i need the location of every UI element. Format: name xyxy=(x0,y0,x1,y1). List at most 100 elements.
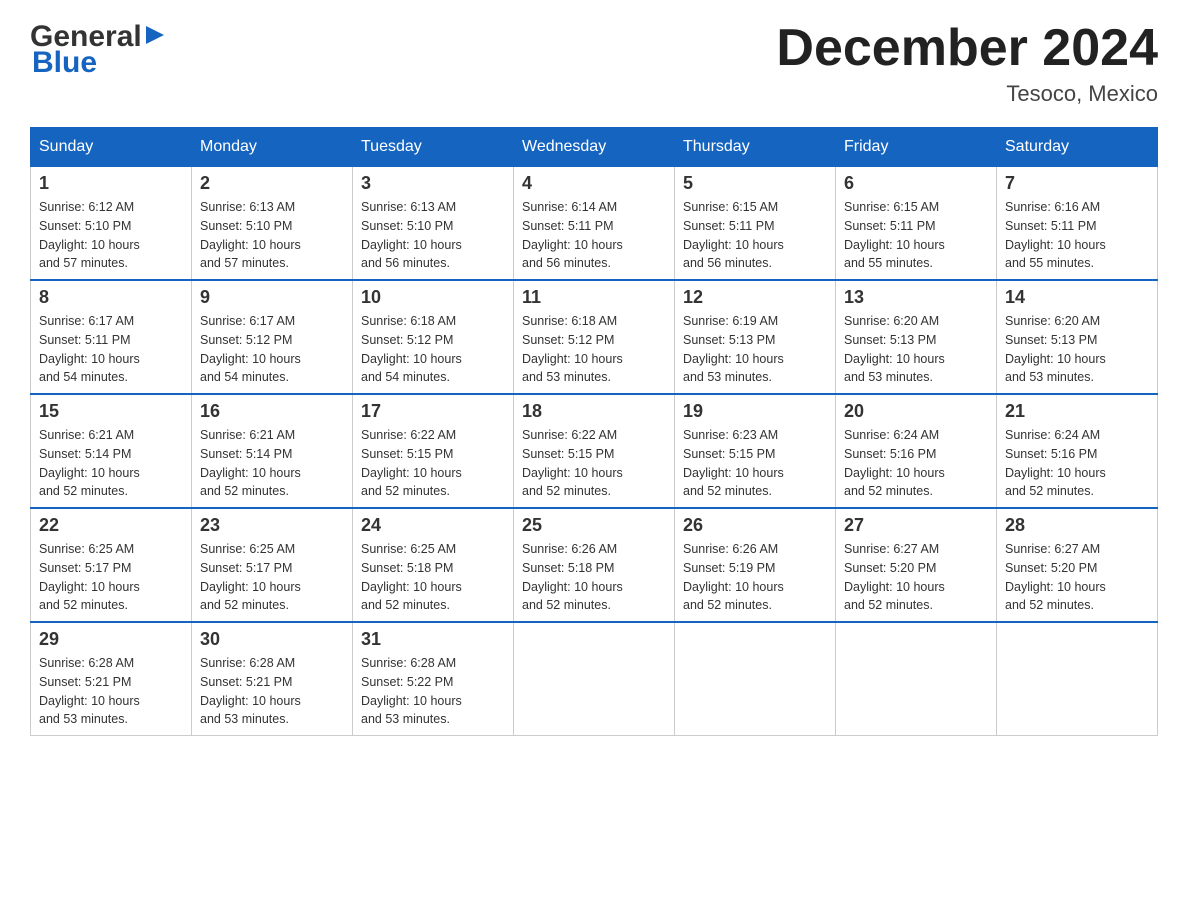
day-info: Sunrise: 6:26 AM Sunset: 5:18 PM Dayligh… xyxy=(522,540,666,615)
day-number: 29 xyxy=(39,629,183,650)
calendar-cell: 8 Sunrise: 6:17 AM Sunset: 5:11 PM Dayli… xyxy=(31,280,192,394)
day-info: Sunrise: 6:19 AM Sunset: 5:13 PM Dayligh… xyxy=(683,312,827,387)
day-info: Sunrise: 6:16 AM Sunset: 5:11 PM Dayligh… xyxy=(1005,198,1149,273)
day-info: Sunrise: 6:24 AM Sunset: 5:16 PM Dayligh… xyxy=(1005,426,1149,501)
page-header: General Blue December 2024 Tesoco, Mexic… xyxy=(30,20,1158,107)
month-title: December 2024 xyxy=(776,20,1158,77)
calendar-cell: 5 Sunrise: 6:15 AM Sunset: 5:11 PM Dayli… xyxy=(675,167,836,281)
day-info: Sunrise: 6:17 AM Sunset: 5:11 PM Dayligh… xyxy=(39,312,183,387)
calendar-cell: 29 Sunrise: 6:28 AM Sunset: 5:21 PM Dayl… xyxy=(31,622,192,736)
day-number: 20 xyxy=(844,401,988,422)
calendar-week-row: 8 Sunrise: 6:17 AM Sunset: 5:11 PM Dayli… xyxy=(31,280,1158,394)
day-info: Sunrise: 6:25 AM Sunset: 5:17 PM Dayligh… xyxy=(39,540,183,615)
calendar-cell: 6 Sunrise: 6:15 AM Sunset: 5:11 PM Dayli… xyxy=(836,167,997,281)
day-number: 16 xyxy=(200,401,344,422)
calendar-cell: 20 Sunrise: 6:24 AM Sunset: 5:16 PM Dayl… xyxy=(836,394,997,508)
day-number: 11 xyxy=(522,287,666,308)
calendar-header: Sunday Monday Tuesday Wednesday Thursday… xyxy=(31,128,1158,167)
day-info: Sunrise: 6:25 AM Sunset: 5:18 PM Dayligh… xyxy=(361,540,505,615)
day-number: 12 xyxy=(683,287,827,308)
day-number: 1 xyxy=(39,173,183,194)
day-number: 23 xyxy=(200,515,344,536)
day-number: 6 xyxy=(844,173,988,194)
calendar-week-row: 15 Sunrise: 6:21 AM Sunset: 5:14 PM Dayl… xyxy=(31,394,1158,508)
day-number: 10 xyxy=(361,287,505,308)
day-number: 30 xyxy=(200,629,344,650)
day-number: 24 xyxy=(361,515,505,536)
day-number: 8 xyxy=(39,287,183,308)
day-info: Sunrise: 6:13 AM Sunset: 5:10 PM Dayligh… xyxy=(361,198,505,273)
day-info: Sunrise: 6:28 AM Sunset: 5:21 PM Dayligh… xyxy=(39,654,183,729)
day-number: 7 xyxy=(1005,173,1149,194)
calendar-cell: 13 Sunrise: 6:20 AM Sunset: 5:13 PM Dayl… xyxy=(836,280,997,394)
day-number: 4 xyxy=(522,173,666,194)
title-section: December 2024 Tesoco, Mexico xyxy=(776,20,1158,107)
day-info: Sunrise: 6:25 AM Sunset: 5:17 PM Dayligh… xyxy=(200,540,344,615)
day-info: Sunrise: 6:21 AM Sunset: 5:14 PM Dayligh… xyxy=(200,426,344,501)
calendar-cell: 27 Sunrise: 6:27 AM Sunset: 5:20 PM Dayl… xyxy=(836,508,997,622)
location: Tesoco, Mexico xyxy=(776,81,1158,107)
calendar-cell xyxy=(997,622,1158,736)
calendar-cell: 7 Sunrise: 6:16 AM Sunset: 5:11 PM Dayli… xyxy=(997,167,1158,281)
day-info: Sunrise: 6:23 AM Sunset: 5:15 PM Dayligh… xyxy=(683,426,827,501)
header-friday: Friday xyxy=(836,128,997,167)
day-number: 9 xyxy=(200,287,344,308)
day-info: Sunrise: 6:28 AM Sunset: 5:21 PM Dayligh… xyxy=(200,654,344,729)
header-sunday: Sunday xyxy=(31,128,192,167)
calendar-cell: 17 Sunrise: 6:22 AM Sunset: 5:15 PM Dayl… xyxy=(353,394,514,508)
header-saturday: Saturday xyxy=(997,128,1158,167)
day-info: Sunrise: 6:22 AM Sunset: 5:15 PM Dayligh… xyxy=(361,426,505,501)
day-number: 3 xyxy=(361,173,505,194)
calendar-cell: 10 Sunrise: 6:18 AM Sunset: 5:12 PM Dayl… xyxy=(353,280,514,394)
day-number: 25 xyxy=(522,515,666,536)
calendar-cell: 23 Sunrise: 6:25 AM Sunset: 5:17 PM Dayl… xyxy=(192,508,353,622)
calendar-cell: 30 Sunrise: 6:28 AM Sunset: 5:21 PM Dayl… xyxy=(192,622,353,736)
day-info: Sunrise: 6:17 AM Sunset: 5:12 PM Dayligh… xyxy=(200,312,344,387)
header-tuesday: Tuesday xyxy=(353,128,514,167)
day-number: 13 xyxy=(844,287,988,308)
calendar-cell xyxy=(675,622,836,736)
day-info: Sunrise: 6:22 AM Sunset: 5:15 PM Dayligh… xyxy=(522,426,666,501)
calendar-cell: 18 Sunrise: 6:22 AM Sunset: 5:15 PM Dayl… xyxy=(514,394,675,508)
calendar-week-row: 1 Sunrise: 6:12 AM Sunset: 5:10 PM Dayli… xyxy=(31,167,1158,281)
day-info: Sunrise: 6:27 AM Sunset: 5:20 PM Dayligh… xyxy=(1005,540,1149,615)
day-number: 5 xyxy=(683,173,827,194)
day-number: 22 xyxy=(39,515,183,536)
day-info: Sunrise: 6:24 AM Sunset: 5:16 PM Dayligh… xyxy=(844,426,988,501)
calendar-cell: 25 Sunrise: 6:26 AM Sunset: 5:18 PM Dayl… xyxy=(514,508,675,622)
day-info: Sunrise: 6:26 AM Sunset: 5:19 PM Dayligh… xyxy=(683,540,827,615)
header-row: Sunday Monday Tuesday Wednesday Thursday… xyxy=(31,128,1158,167)
day-info: Sunrise: 6:18 AM Sunset: 5:12 PM Dayligh… xyxy=(361,312,505,387)
calendar-cell: 31 Sunrise: 6:28 AM Sunset: 5:22 PM Dayl… xyxy=(353,622,514,736)
logo-triangle-icon xyxy=(144,24,166,46)
day-info: Sunrise: 6:20 AM Sunset: 5:13 PM Dayligh… xyxy=(844,312,988,387)
calendar-week-row: 29 Sunrise: 6:28 AM Sunset: 5:21 PM Dayl… xyxy=(31,622,1158,736)
calendar-cell: 21 Sunrise: 6:24 AM Sunset: 5:16 PM Dayl… xyxy=(997,394,1158,508)
calendar-cell: 14 Sunrise: 6:20 AM Sunset: 5:13 PM Dayl… xyxy=(997,280,1158,394)
day-number: 18 xyxy=(522,401,666,422)
calendar-cell: 16 Sunrise: 6:21 AM Sunset: 5:14 PM Dayl… xyxy=(192,394,353,508)
header-monday: Monday xyxy=(192,128,353,167)
calendar-cell: 15 Sunrise: 6:21 AM Sunset: 5:14 PM Dayl… xyxy=(31,394,192,508)
day-info: Sunrise: 6:13 AM Sunset: 5:10 PM Dayligh… xyxy=(200,198,344,273)
day-number: 17 xyxy=(361,401,505,422)
calendar-cell: 28 Sunrise: 6:27 AM Sunset: 5:20 PM Dayl… xyxy=(997,508,1158,622)
day-number: 2 xyxy=(200,173,344,194)
calendar-cell: 26 Sunrise: 6:26 AM Sunset: 5:19 PM Dayl… xyxy=(675,508,836,622)
calendar-cell: 19 Sunrise: 6:23 AM Sunset: 5:15 PM Dayl… xyxy=(675,394,836,508)
calendar-body: 1 Sunrise: 6:12 AM Sunset: 5:10 PM Dayli… xyxy=(31,167,1158,736)
day-number: 21 xyxy=(1005,401,1149,422)
day-info: Sunrise: 6:21 AM Sunset: 5:14 PM Dayligh… xyxy=(39,426,183,501)
day-number: 31 xyxy=(361,629,505,650)
calendar-cell: 24 Sunrise: 6:25 AM Sunset: 5:18 PM Dayl… xyxy=(353,508,514,622)
calendar-cell: 12 Sunrise: 6:19 AM Sunset: 5:13 PM Dayl… xyxy=(675,280,836,394)
logo: General Blue xyxy=(30,20,166,80)
calendar-cell: 11 Sunrise: 6:18 AM Sunset: 5:12 PM Dayl… xyxy=(514,280,675,394)
header-thursday: Thursday xyxy=(675,128,836,167)
header-wednesday: Wednesday xyxy=(514,128,675,167)
day-info: Sunrise: 6:28 AM Sunset: 5:22 PM Dayligh… xyxy=(361,654,505,729)
calendar-cell xyxy=(836,622,997,736)
calendar-cell: 4 Sunrise: 6:14 AM Sunset: 5:11 PM Dayli… xyxy=(514,167,675,281)
calendar-cell: 2 Sunrise: 6:13 AM Sunset: 5:10 PM Dayli… xyxy=(192,167,353,281)
calendar-table: Sunday Monday Tuesday Wednesday Thursday… xyxy=(30,127,1158,736)
